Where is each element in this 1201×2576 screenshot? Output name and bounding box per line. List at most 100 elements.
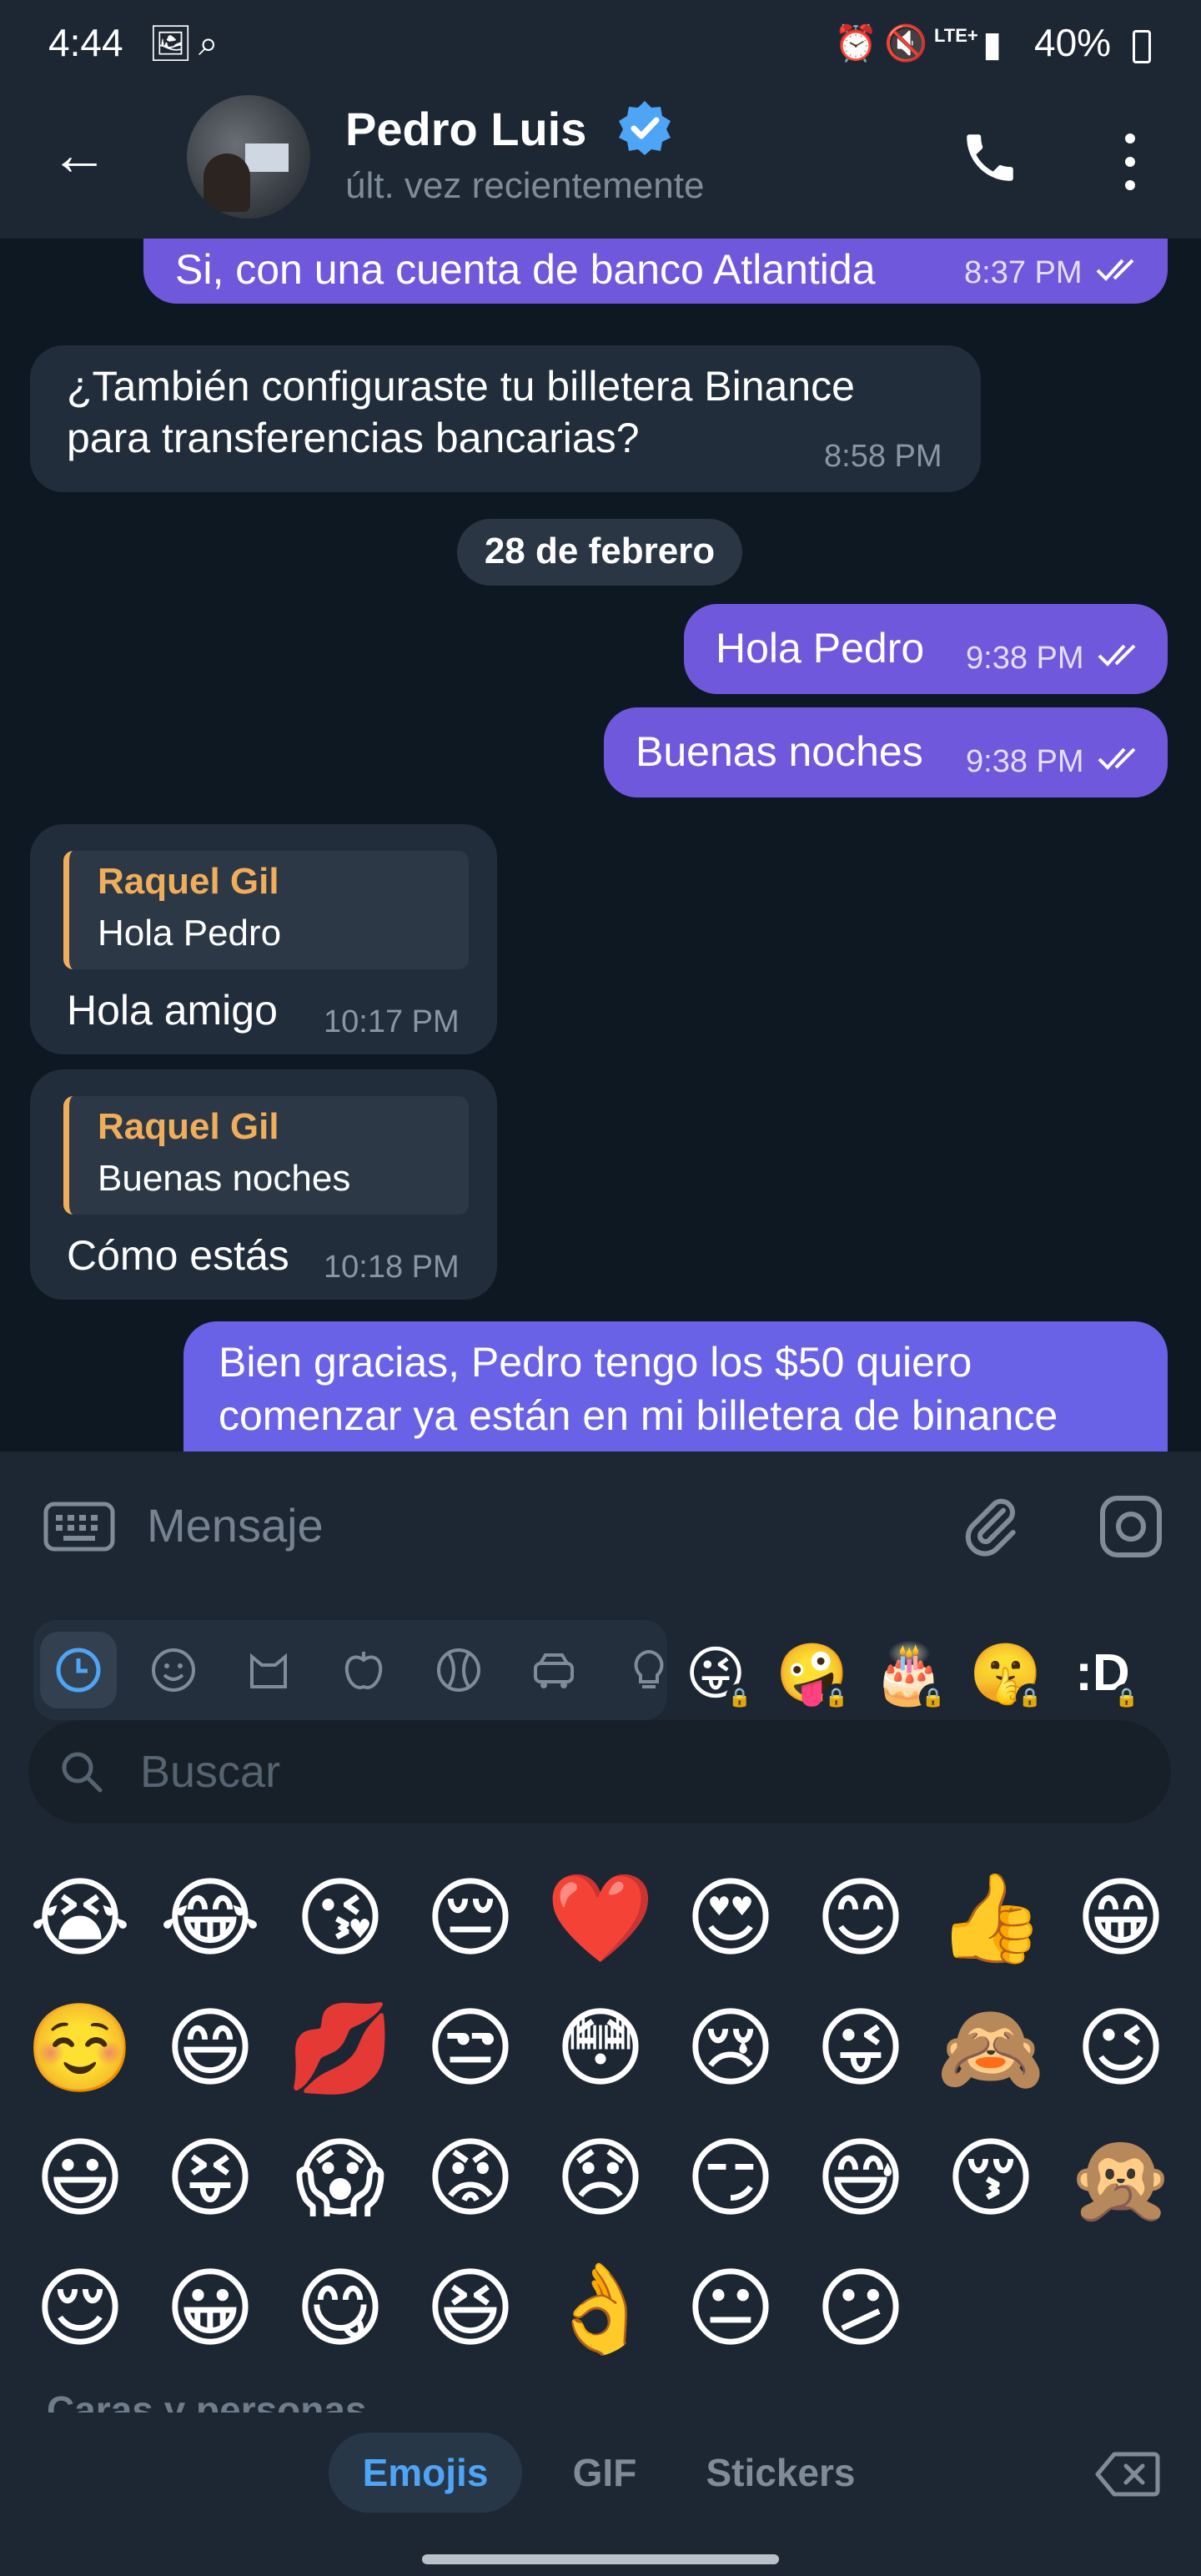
incoming-message[interactable]: Raquel Gil Buenas noches Cómo estás 10:1… — [30, 1069, 497, 1300]
outgoing-message[interactable]: Bien gracias, Pedro tengo los $50 quiero… — [183, 1321, 1168, 1452]
incoming-message[interactable]: ¿También configuraste tu billetera Binan… — [30, 345, 981, 492]
message-text: Cómo estás — [67, 1232, 289, 1279]
emoji-cell[interactable]: 😚 — [926, 2114, 1056, 2244]
message-input[interactable] — [147, 1490, 897, 1560]
premium-emoji-set[interactable]: 🤫 🔒 — [964, 1632, 1048, 1715]
emoji-cell[interactable]: 😒 — [405, 1984, 535, 2114]
emoji-search-bar[interactable] — [28, 1720, 1171, 1824]
emoji-cell[interactable]: 😘 — [275, 1854, 405, 1984]
emoji-cell[interactable]: 😞 — [535, 2114, 666, 2244]
network-type: LTE+ — [934, 25, 978, 46]
emoji-cell[interactable]: 😜 — [796, 1984, 926, 2114]
emoji-cell[interactable]: 😝 — [145, 2114, 275, 2244]
emoji-search-input[interactable] — [140, 1742, 1058, 1802]
date-separator: 28 de febrero — [457, 519, 742, 586]
message-time: 8:58 PM — [824, 439, 942, 474]
emoji-cell[interactable]: 😄 — [145, 1984, 275, 2114]
emoji-cell[interactable]: 😏 — [666, 2114, 796, 2244]
keyboard-icon[interactable] — [43, 1502, 115, 1552]
message-time: 9:38 PM — [966, 744, 1084, 779]
emoji-cell[interactable]: 😕 — [796, 2244, 926, 2374]
back-arrow-icon[interactable]: ← — [50, 125, 108, 184]
more-options-icon[interactable] — [1118, 130, 1143, 194]
activity-icon[interactable] — [420, 1632, 497, 1708]
status-bar: 4:44 🖼 ⌕ ⏰ 🔇 LTE+ ▮ 40% — [0, 0, 1201, 92]
emoji-cell[interactable]: 😁 — [1056, 1854, 1186, 1984]
camera-icon[interactable] — [1098, 1493, 1164, 1560]
lock-icon: 🔒 — [726, 1683, 754, 1712]
reply-quote[interactable]: Raquel Gil Buenas noches — [63, 1096, 469, 1215]
reply-quote[interactable]: Raquel Gil Hola Pedro — [63, 851, 469, 969]
premium-emoji-set[interactable]: :D 🔒 — [1061, 1632, 1144, 1715]
phone-call-icon[interactable] — [959, 127, 1021, 189]
emoji-category-strip — [33, 1620, 667, 1720]
tab-emojis[interactable]: Emojis — [329, 2433, 522, 2513]
emoji-cell[interactable]: ❤️ — [535, 1854, 666, 1984]
tab-stickers[interactable]: Stickers — [684, 2433, 877, 2513]
emoji-cell[interactable]: 💋 — [275, 1984, 405, 2114]
emoji-cell[interactable]: 😅 — [796, 2114, 926, 2244]
message-time: 10:18 PM — [324, 1250, 460, 1285]
emoji-cell[interactable]: 😋 — [275, 2244, 405, 2374]
emoji-cell[interactable]: 🙈 — [926, 1984, 1056, 2114]
emoji-cell[interactable]: 😱 — [275, 2114, 405, 2244]
lock-icon: 🔒 — [822, 1683, 851, 1712]
recent-icon[interactable] — [40, 1632, 117, 1708]
emoji-cell[interactable]: 😢 — [666, 1984, 796, 2114]
lock-icon: 🔒 — [1113, 1683, 1141, 1712]
reply-text: Buenas noches — [98, 1158, 351, 1199]
emoji-cell[interactable]: 😌 — [15, 2244, 145, 2374]
reply-author: Raquel Gil — [98, 1106, 279, 1147]
message-time: 9:38 PM — [966, 641, 1084, 676]
emoji-cell[interactable]: 😳 — [535, 1984, 666, 2114]
outgoing-message[interactable]: Buenas noches 9:38 PM — [604, 707, 1168, 797]
message-text-line-2: para transferencias bancarias? — [67, 415, 640, 461]
message-text-line-1: Bien gracias, Pedro tengo los $50 quiero — [219, 1339, 972, 1386]
contact-name[interactable]: Pedro Luis — [345, 102, 586, 156]
backspace-icon[interactable] — [1094, 2449, 1161, 2499]
emoji-cell[interactable]: 😃 — [15, 2114, 145, 2244]
premium-emoji-set[interactable]: 🎂 🔒 — [867, 1632, 951, 1715]
emoji-cell[interactable]: 😔 — [405, 1854, 535, 1984]
emoji-cell[interactable]: 😆 — [405, 2244, 535, 2374]
message-text: Si, con una cuenta de banco Atlantida — [175, 246, 876, 293]
tab-gif[interactable]: GIF — [550, 2433, 659, 2513]
animals-icon[interactable] — [230, 1632, 307, 1708]
emoji-grid: 😭 😂 😘 😔 ❤️ 😍 😊 👍 😁 ☺️ 😄 💋 😒 😳 😢 😜 🙈 😉 😃 😝 😱 😡 😞 😏 😅 😚 🙊 😌 😀 😋 😆 👌 😐 😕 — [0, 1854, 1201, 2357]
home-indicator — [422, 2554, 779, 2564]
smileys-icon[interactable] — [135, 1632, 212, 1708]
signal-icon: ▮ — [982, 24, 1003, 63]
battery-icon — [1133, 30, 1151, 63]
search-icon — [62, 1752, 103, 1793]
message-input-bar — [0, 1452, 1201, 1595]
battery-percentage: 40% — [1034, 21, 1112, 64]
travel-icon[interactable] — [515, 1632, 592, 1708]
premium-emoji-set[interactable]: 🤪 🔒 — [771, 1632, 854, 1715]
emoji-cell[interactable]: 😊 — [796, 1854, 926, 1984]
avatar[interactable] — [187, 95, 310, 219]
attach-icon[interactable] — [957, 1488, 1024, 1563]
emoji-cell[interactable]: 👌 — [535, 2244, 666, 2374]
emoji-cell[interactable]: 😭 — [15, 1854, 145, 1984]
premium-emoji-set[interactable]: 😜 🔒 — [674, 1632, 757, 1715]
emoji-cell[interactable]: ☺️ — [15, 1984, 145, 2114]
outgoing-message[interactable]: Si, con una cuenta de banco Atlantida 8:… — [143, 239, 1168, 304]
emoji-cell[interactable]: 😂 — [145, 1854, 275, 1984]
message-text: Buenas noches — [636, 728, 923, 775]
emoji-cell[interactable]: 😉 — [1056, 1984, 1186, 2114]
last-seen-status: últ. vez recientemente — [345, 165, 705, 206]
message-text: Hola amigo — [67, 987, 278, 1034]
incoming-message[interactable]: Raquel Gil Hola Pedro Hola amigo 10:17 P… — [30, 824, 497, 1054]
emoji-cell[interactable]: 😀 — [145, 2244, 275, 2374]
emoji-cell[interactable]: 👍 — [926, 1854, 1056, 1984]
emoji-cell[interactable]: 🙊 — [1056, 2114, 1186, 2244]
chat-messages-area[interactable]: Si, con una cuenta de banco Atlantida 8:… — [0, 239, 1201, 1452]
outgoing-message[interactable]: Hola Pedro 9:38 PM — [684, 604, 1168, 694]
food-icon[interactable] — [325, 1632, 402, 1708]
emoji-cell[interactable]: 😐 — [666, 2244, 796, 2374]
verified-badge-icon — [619, 101, 671, 155]
read-receipt-icon — [1098, 644, 1136, 667]
lock-icon: 🔒 — [1016, 1683, 1044, 1712]
emoji-cell[interactable]: 😍 — [666, 1854, 796, 1984]
emoji-cell[interactable]: 😡 — [405, 2114, 535, 2244]
